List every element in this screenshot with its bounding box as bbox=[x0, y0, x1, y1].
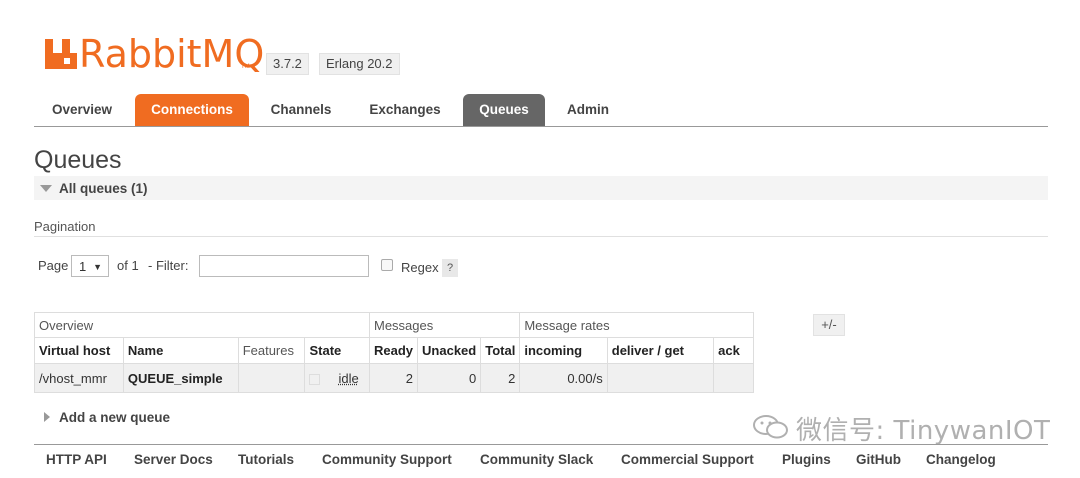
state-indicator-icon bbox=[309, 373, 321, 385]
watermark-text: 微信号: TinywanIOT bbox=[796, 416, 1051, 446]
col-virtual-host[interactable]: Virtual host bbox=[34, 337, 124, 364]
cell-vhost: /vhost_mmr bbox=[34, 363, 124, 393]
version-badge: 3.7.2 bbox=[266, 53, 309, 75]
col-incoming[interactable]: incoming bbox=[519, 337, 608, 364]
pagination-heading: Pagination bbox=[34, 219, 96, 234]
footer-divider bbox=[34, 444, 1048, 445]
tab-overview[interactable]: Overview bbox=[34, 94, 130, 126]
regex-label: Regex bbox=[401, 260, 439, 275]
footer-link-community-support[interactable]: Community Support bbox=[322, 452, 452, 467]
expand-arrow-icon[interactable] bbox=[44, 412, 50, 422]
footer-link-commercial-support[interactable]: Commercial Support bbox=[621, 452, 754, 467]
rabbit-logo-icon bbox=[45, 39, 77, 69]
rabbitmq-logo: RabbitMQ TM bbox=[45, 32, 264, 76]
footer-link-http-api[interactable]: HTTP API bbox=[46, 452, 107, 467]
group-message-rates: Message rates bbox=[519, 312, 755, 338]
queue-name-link[interactable]: QUEUE_simple bbox=[122, 363, 239, 393]
erlang-version-badge: Erlang 20.2 bbox=[319, 53, 400, 75]
footer-link-tutorials[interactable]: Tutorials bbox=[238, 452, 294, 467]
tab-admin[interactable]: Admin bbox=[553, 94, 623, 126]
logo-trademark: TM bbox=[241, 64, 250, 70]
column-options-button[interactable]: +/- bbox=[813, 314, 845, 336]
tab-exchanges[interactable]: Exchanges bbox=[357, 94, 453, 126]
cell-state: idle bbox=[304, 363, 370, 393]
collapse-arrow-icon[interactable] bbox=[40, 185, 52, 192]
table-row: /vhost_mmr QUEUE_simple idle 2 0 2 0.00/… bbox=[34, 363, 755, 393]
dropdown-arrow-icon: ▼ bbox=[93, 262, 102, 272]
cell-ready: 2 bbox=[368, 363, 419, 393]
group-messages: Messages bbox=[368, 312, 521, 338]
group-overview: Overview bbox=[34, 312, 370, 338]
tab-connections[interactable]: Connections bbox=[135, 94, 249, 126]
queues-table: Overview Messages Message rates Virtual … bbox=[34, 312, 755, 393]
logo-text: RabbitMQ bbox=[79, 32, 265, 76]
all-queues-section-header[interactable] bbox=[34, 176, 1048, 200]
tab-channels[interactable]: Channels bbox=[257, 94, 345, 126]
col-unacked[interactable]: Unacked bbox=[417, 337, 482, 364]
footer-link-github[interactable]: GitHub bbox=[856, 452, 901, 467]
filter-input[interactable] bbox=[199, 255, 369, 277]
page-count-label: of 1 bbox=[117, 258, 139, 273]
col-state[interactable]: State bbox=[304, 337, 370, 364]
add-new-queue-toggle[interactable]: Add a new queue bbox=[59, 410, 170, 425]
col-ack[interactable]: ack bbox=[713, 337, 755, 364]
footer-link-server-docs[interactable]: Server Docs bbox=[134, 452, 213, 467]
col-deliver-get[interactable]: deliver / get bbox=[606, 337, 715, 364]
page-select[interactable]: 1 ▼ bbox=[71, 255, 109, 277]
tab-queues[interactable]: Queues bbox=[463, 94, 545, 126]
col-features: Features bbox=[237, 337, 306, 364]
page-select-value: 1 bbox=[79, 259, 87, 274]
col-total[interactable]: Total bbox=[480, 337, 521, 364]
regex-checkbox[interactable] bbox=[381, 259, 393, 271]
regex-help-button[interactable]: ? bbox=[442, 259, 458, 277]
state-label: idle bbox=[338, 370, 359, 386]
cell-incoming: 0.00/s bbox=[519, 363, 608, 393]
footer-link-community-slack[interactable]: Community Slack bbox=[480, 452, 593, 467]
page-title: Queues bbox=[34, 146, 122, 174]
footer-link-changelog[interactable]: Changelog bbox=[926, 452, 996, 467]
pagination-divider bbox=[34, 236, 1048, 237]
col-ready[interactable]: Ready bbox=[368, 337, 419, 364]
nav-divider bbox=[34, 126, 1048, 127]
cell-unacked: 0 bbox=[417, 363, 482, 393]
filter-label: - Filter: bbox=[148, 258, 189, 273]
page-label: Page bbox=[38, 258, 69, 273]
cell-ack bbox=[713, 363, 755, 393]
all-queues-label[interactable]: All queues (1) bbox=[59, 181, 148, 196]
col-name[interactable]: Name bbox=[122, 337, 239, 364]
wechat-icon bbox=[753, 415, 788, 439]
footer-link-plugins[interactable]: Plugins bbox=[782, 452, 831, 467]
cell-deliver-get bbox=[606, 363, 715, 393]
cell-features bbox=[237, 363, 306, 393]
cell-total: 2 bbox=[480, 363, 521, 393]
